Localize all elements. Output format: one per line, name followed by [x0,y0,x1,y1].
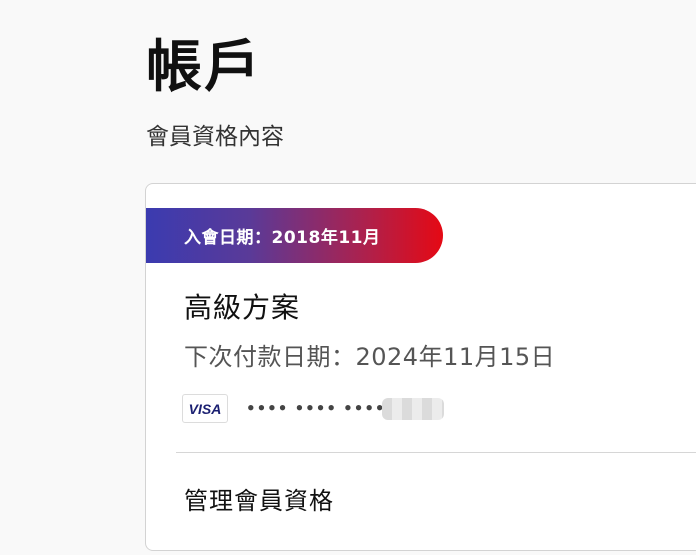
visa-logo-svg: VISA [189,402,222,416]
member-since-badge: 入會日期：2018年11月 [146,208,443,263]
card-number-dots: •••• •••• •••• [246,399,386,417]
next-payment-date: 下次付款日期：2024年11月15日 [184,343,556,371]
payment-method: VISA •••• •••• •••• [182,393,444,424]
plan-name: 高級方案 [184,291,301,324]
redacted-card-digits [381,397,444,420]
page-subtitle: 會員資格內容 [146,124,284,150]
card-number-masked: •••• •••• •••• [246,397,444,420]
visa-logo-text: VISA [189,402,222,416]
manage-membership-link[interactable]: 管理會員資格 [184,484,334,518]
page-title: 帳戶 [146,35,262,100]
visa-icon: VISA [182,394,228,423]
member-since-label: 入會日期：2018年11月 [184,228,381,248]
account-page: 帳戶 會員資格內容 入會日期：2018年11月 高級方案 下次付款日期：2024… [0,0,696,555]
divider [176,452,696,453]
membership-card: 入會日期：2018年11月 高級方案 下次付款日期：2024年11月15日 VI… [145,183,696,551]
